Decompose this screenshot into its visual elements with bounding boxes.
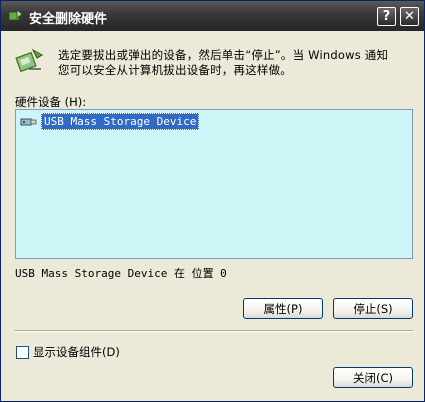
window-title: 安全删除硬件 (29, 12, 108, 27)
list-item[interactable]: USB Mass Storage Device (20, 113, 200, 130)
show-components-option[interactable]: 显示设备组件 (D) (16, 344, 120, 360)
close-button-accel: (C) (375, 370, 393, 385)
show-components-label: 显示设备组件 (33, 345, 102, 359)
device-name: USB Mass Storage Device (41, 113, 200, 130)
close-window-button[interactable]: ✕ (400, 7, 419, 26)
hardware-devices-label: 硬件设备 (H): (15, 94, 86, 110)
close-button-label: 关闭 (352, 370, 376, 385)
instruction-text: 选定要拔出或弹出的设备，然后单击“停止”。当 Windows 通知 您可以安全从… (58, 48, 418, 78)
properties-button-label: 属性 (263, 301, 287, 316)
divider (15, 330, 413, 332)
help-button[interactable]: ? (377, 7, 396, 26)
hardware-label-text: 硬件设备 (15, 95, 61, 109)
stop-button-accel: (S) (376, 301, 393, 316)
show-components-accel: (D) (102, 345, 120, 359)
safely-remove-hardware-dialog: 安全删除硬件 ? ✕ 选定要拔出或弹出的设备，然后单击“停止”。当 Window… (0, 0, 425, 402)
device-location-text: USB Mass Storage Device 在 位置 0 (15, 267, 227, 280)
close-button[interactable]: 关闭 (C) (333, 367, 413, 388)
title-bar[interactable]: 安全删除硬件 ? ✕ (1, 1, 424, 31)
hardware-icon (8, 9, 23, 21)
eject-hardware-icon (15, 48, 43, 73)
stop-button[interactable]: 停止 (S) (333, 298, 413, 319)
usb-icon (20, 118, 37, 125)
stop-button-label: 停止 (353, 301, 377, 316)
properties-button[interactable]: 属性 (P) (243, 298, 323, 319)
instruction-line-2: 您可以安全从计算机拔出设备时，再这样做。 (58, 63, 292, 77)
hardware-label-accel: (H): (64, 95, 87, 109)
instruction-line-1: 选定要拔出或弹出的设备，然后单击“停止”。当 Windows 通知 (58, 48, 389, 62)
properties-button-accel: (P) (286, 301, 303, 316)
hardware-device-list[interactable]: USB Mass Storage Device (15, 109, 413, 259)
show-components-checkbox[interactable] (16, 345, 29, 359)
